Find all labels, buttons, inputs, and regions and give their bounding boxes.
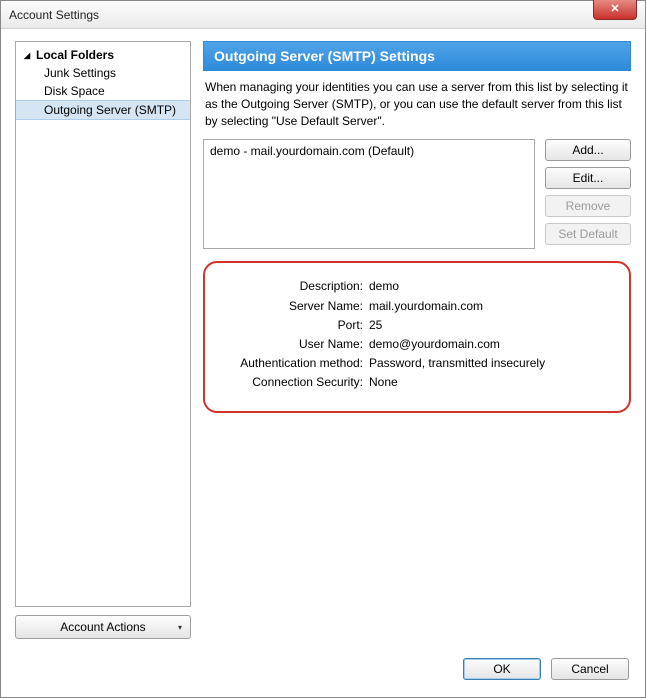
detail-row-server-name: Server Name: mail.yourdomain.com [219,297,615,316]
server-button-column: Add... Edit... Remove Set Default [545,139,631,249]
detail-label: Server Name: [219,297,369,316]
tree-item-label: Disk Space [44,84,105,98]
account-tree[interactable]: ◢ Local Folders Junk Settings Disk Space… [15,41,191,607]
dialog-footer: OK Cancel [1,651,645,697]
panel-description: When managing your identities you can us… [203,71,631,139]
detail-row-description: Description: demo [219,277,615,296]
close-button[interactable]: ✕ [593,0,637,20]
detail-label: Authentication method: [219,354,369,373]
detail-value: demo@yourdomain.com [369,335,615,354]
detail-label: Port: [219,316,369,335]
detail-row-user-name: User Name: demo@yourdomain.com [219,335,615,354]
account-settings-window: Account Settings ✕ ◢ Local Folders Junk … [0,0,646,698]
set-default-button: Set Default [545,223,631,245]
account-actions-button[interactable]: Account Actions ▾ [15,615,191,639]
detail-value: Password, transmitted insecurely [369,354,615,373]
remove-button: Remove [545,195,631,217]
window-title: Account Settings [9,8,99,22]
server-row: demo - mail.yourdomain.com (Default) Add… [203,139,631,249]
tree-item-label: Junk Settings [44,66,116,80]
detail-label: Connection Security: [219,373,369,392]
sidebar: ◢ Local Folders Junk Settings Disk Space… [15,41,191,639]
smtp-server-item[interactable]: demo - mail.yourdomain.com (Default) [210,143,528,159]
panel-header: Outgoing Server (SMTP) Settings [203,41,631,71]
detail-value: 25 [369,316,615,335]
detail-row-connection-security: Connection Security: None [219,373,615,392]
close-icon: ✕ [610,3,619,15]
panel-header-label: Outgoing Server (SMTP) Settings [214,48,435,64]
tree-item-disk-space[interactable]: Disk Space [16,82,190,100]
tree-parent-local-folders[interactable]: ◢ Local Folders [16,46,190,64]
titlebar: Account Settings ✕ [1,1,645,29]
edit-button[interactable]: Edit... [545,167,631,189]
account-actions-label: Account Actions [60,620,145,634]
add-button[interactable]: Add... [545,139,631,161]
detail-label: Description: [219,277,369,296]
content-area: ◢ Local Folders Junk Settings Disk Space… [1,29,645,651]
detail-row-port: Port: 25 [219,316,615,335]
tree-parent-label: Local Folders [36,48,114,62]
detail-value: mail.yourdomain.com [369,297,615,316]
tree-item-outgoing-server[interactable]: Outgoing Server (SMTP) [16,100,190,120]
smtp-server-list[interactable]: demo - mail.yourdomain.com (Default) [203,139,535,249]
server-details-box: Description: demo Server Name: mail.your… [203,261,631,412]
chevron-down-icon: ▾ [178,623,182,632]
collapse-arrow-icon: ◢ [24,51,34,60]
ok-button[interactable]: OK [463,658,541,680]
tree-item-label: Outgoing Server (SMTP) [44,103,176,117]
detail-label: User Name: [219,335,369,354]
detail-value: demo [369,277,615,296]
main-panel: Outgoing Server (SMTP) Settings When man… [203,41,631,639]
cancel-button[interactable]: Cancel [551,658,629,680]
detail-row-auth-method: Authentication method: Password, transmi… [219,354,615,373]
tree-item-junk-settings[interactable]: Junk Settings [16,64,190,82]
detail-value: None [369,373,615,392]
